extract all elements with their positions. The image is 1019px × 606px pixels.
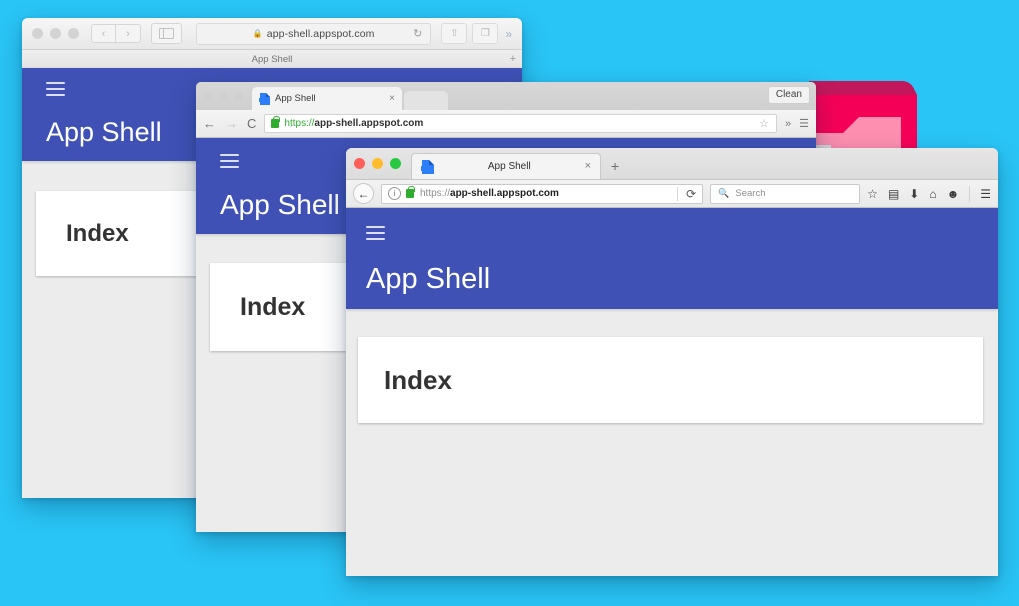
tab-title[interactable]: App Shell bbox=[252, 54, 293, 65]
forward-button[interactable]: › bbox=[116, 24, 141, 43]
zoom-window-button[interactable] bbox=[390, 157, 401, 169]
new-tab-button[interactable]: + bbox=[611, 159, 619, 173]
reload-button[interactable]: C bbox=[247, 116, 256, 131]
site-info-icon[interactable]: i bbox=[388, 187, 401, 200]
safari-tab-bar[interactable]: App Shell + bbox=[22, 50, 522, 69]
browser-tab[interactable]: App Shell × bbox=[252, 87, 402, 110]
hamburger-menu-icon[interactable]: ☰ bbox=[799, 117, 809, 130]
safari-address-bar[interactable]: 🔒 app-shell.appspot.com ↻ bbox=[196, 22, 432, 45]
tabs-overview-icon[interactable]: ❐ bbox=[472, 23, 499, 44]
safari-traffic-lights[interactable] bbox=[32, 28, 79, 39]
close-window-button[interactable] bbox=[354, 157, 365, 169]
firefox-page-content: App Shell Index bbox=[346, 208, 998, 576]
minimize-window-button[interactable] bbox=[372, 157, 383, 169]
minimize-window-button[interactable] bbox=[219, 91, 228, 101]
chrome-tab-strip: App Shell × Clean bbox=[196, 82, 816, 110]
chrome-address-bar[interactable]: https:// app-shell.appspot.com ☆ bbox=[264, 114, 777, 133]
sync-account-icon[interactable]: ☻ bbox=[947, 187, 960, 201]
desktop-backdrop: ‹ › 🔒 app-shell.appspot.com ↻ ⇧ ❐ » App … bbox=[0, 0, 1019, 606]
chrome-toolbar-right: » ☰ bbox=[785, 117, 809, 131]
url-host: app-shell.appspot.com bbox=[450, 188, 559, 199]
new-tab-button[interactable]: + bbox=[510, 53, 516, 65]
search-placeholder: Search bbox=[735, 188, 766, 199]
browser-tab[interactable]: App Shell × bbox=[411, 153, 601, 179]
downloads-icon[interactable]: ⬇ bbox=[909, 187, 919, 201]
close-icon[interactable]: × bbox=[389, 93, 395, 104]
search-icon: 🔍 bbox=[718, 188, 730, 198]
app-bar: App Shell bbox=[346, 208, 998, 309]
zoom-window-button[interactable] bbox=[234, 91, 243, 101]
card-title: Index bbox=[384, 364, 452, 395]
firefox-toolbar-icons: ☆ ▤ ⬇ ⌂ ☻ ☰ bbox=[867, 185, 991, 202]
close-icon[interactable]: × bbox=[585, 161, 591, 172]
bookmark-star-icon[interactable]: ☆ bbox=[867, 187, 878, 201]
forward-button[interactable]: → bbox=[225, 116, 238, 131]
toolbar-divider bbox=[969, 185, 971, 202]
card-title: Index bbox=[240, 292, 306, 321]
home-icon[interactable]: ⌂ bbox=[929, 187, 936, 201]
url-protocol: https:// bbox=[420, 188, 451, 199]
minimize-window-button[interactable] bbox=[50, 28, 61, 39]
firefox-traffic-lights[interactable] bbox=[354, 148, 401, 179]
app-shell-favicon bbox=[421, 159, 434, 174]
back-button[interactable]: ← bbox=[203, 116, 216, 131]
url-host: app-shell.appspot.com bbox=[314, 118, 424, 129]
safari-toolbar-right: ⇧ ❐ » bbox=[441, 23, 512, 44]
clean-button[interactable]: Clean bbox=[767, 86, 810, 104]
tab-title[interactable]: App Shell bbox=[434, 161, 585, 172]
back-button[interactable]: ‹ bbox=[91, 24, 116, 43]
close-window-button[interactable] bbox=[32, 28, 43, 39]
hamburger-menu-icon[interactable]: ☰ bbox=[980, 187, 991, 201]
reload-icon[interactable]: ↻ bbox=[413, 27, 422, 40]
safari-nav-group[interactable]: ‹ › bbox=[91, 24, 141, 43]
library-icon[interactable]: ▤ bbox=[888, 187, 899, 201]
back-button[interactable]: ← bbox=[353, 183, 374, 204]
firefox-tab-strip: App Shell × + bbox=[346, 148, 998, 180]
url-protocol: https:// bbox=[284, 118, 315, 129]
sidebar-toggle-icon[interactable] bbox=[151, 23, 182, 44]
chrome-traffic-lights[interactable] bbox=[204, 82, 243, 110]
address-text: app-shell.appspot.com bbox=[266, 27, 375, 40]
chrome-toolbar: ← → C https:// app-shell.appspot.com ☆ »… bbox=[196, 110, 816, 138]
firefox-toolbar: ← i https:// app-shell.appspot.com ⟳ 🔍 S… bbox=[346, 180, 998, 208]
tab-title[interactable]: App Shell bbox=[275, 93, 389, 104]
more-icon[interactable]: » bbox=[503, 27, 512, 41]
zoom-window-button[interactable] bbox=[68, 28, 79, 39]
app-shell-favicon bbox=[259, 92, 270, 105]
reload-icon[interactable]: ⟳ bbox=[677, 186, 696, 201]
card-title: Index bbox=[66, 219, 129, 247]
share-icon[interactable]: ⇧ bbox=[441, 23, 468, 44]
hamburger-menu-icon[interactable] bbox=[220, 154, 239, 172]
chrome-nav-group: ← → C bbox=[203, 116, 256, 131]
firefox-window[interactable]: App Shell × + ← i https:// app-shell.app… bbox=[346, 148, 998, 576]
inactive-tab[interactable] bbox=[404, 91, 448, 110]
more-icon[interactable]: » bbox=[785, 118, 791, 130]
search-input[interactable]: 🔍 Search bbox=[710, 183, 861, 204]
close-window-button[interactable] bbox=[204, 91, 213, 101]
lock-icon bbox=[271, 116, 280, 128]
index-card: Index bbox=[358, 337, 983, 423]
firefox-address-bar[interactable]: i https:// app-shell.appspot.com ⟳ bbox=[381, 183, 704, 204]
safari-toolbar: ‹ › 🔒 app-shell.appspot.com ↻ ⇧ ❐ » bbox=[22, 18, 522, 50]
lock-icon: 🔒 bbox=[252, 29, 263, 38]
star-icon[interactable]: ☆ bbox=[759, 117, 769, 130]
hamburger-menu-icon[interactable] bbox=[46, 82, 65, 100]
lock-icon bbox=[406, 186, 415, 198]
hamburger-menu-icon[interactable] bbox=[366, 226, 385, 244]
page-title: App Shell bbox=[366, 263, 491, 295]
